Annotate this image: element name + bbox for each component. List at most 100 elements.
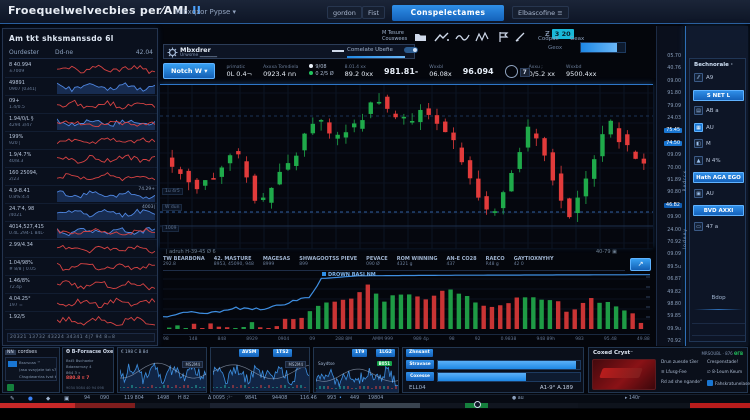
wave-icon[interactable] xyxy=(455,31,471,43)
timeline-scrubber[interactable] xyxy=(0,403,750,408)
bar-label[interactable]: Stravase xyxy=(406,360,434,369)
settings-item[interactable]: Fahskratunelase xyxy=(707,380,750,387)
chart-button[interactable]: AVSM xyxy=(239,349,259,357)
scrubber-segment xyxy=(488,403,578,408)
lock-icon[interactable]: ▣ xyxy=(64,396,69,402)
crypto-meta: MRSOUBL · 876 ΘΓΒ xyxy=(701,351,743,356)
scrubber-segment xyxy=(690,403,750,408)
subchart-stat: SHWAGOOTSS PIEVE899 xyxy=(299,256,357,267)
price-tick: 09.09 xyxy=(667,252,681,257)
tab-fist[interactable]: Fist xyxy=(362,6,385,19)
item-icon: ⁄⁄ xyxy=(694,73,703,82)
sidebar-item-47-a[interactable]: ▭47 a xyxy=(694,222,743,235)
price-tick: 89.5u xyxy=(667,265,681,270)
tick-chart-header: € 198 C B 8d xyxy=(121,349,148,354)
status-icon xyxy=(7,384,14,391)
news-tab[interactable]: NN xyxy=(5,350,16,355)
crypto-thumbnail[interactable] xyxy=(592,359,656,390)
subchart-action-button[interactable]: ↗ xyxy=(630,258,651,271)
wave2-icon[interactable] xyxy=(474,31,490,43)
sidebar-item-n-4-[interactable]: ▲N 4% xyxy=(694,156,743,169)
price-axis: 05.7040.7609.0091.8079.0924.0375.4574.50… xyxy=(656,26,683,346)
scrubber-segment xyxy=(0,403,75,408)
pen-icon[interactable]: ✎ xyxy=(10,396,15,402)
correlate-toggle[interactable] xyxy=(404,47,418,53)
correlate-label: Comelate Ubefie xyxy=(347,47,393,53)
tab-elbascofine[interactable]: Elbascofine ≡ xyxy=(512,6,569,19)
subchart-stat: PEVACE090 Ø xyxy=(366,256,388,267)
folder-icon[interactable] xyxy=(414,31,427,42)
price-tick: 05.70 xyxy=(667,54,681,59)
tab-active[interactable]: Conspelectames xyxy=(392,5,504,21)
instruments-panel: Bechnorale · ⁄⁄A9S NET L▤AB a▦AU◧M▲N 4%H… xyxy=(689,58,746,342)
brush-icon[interactable]: ◆ xyxy=(46,396,50,402)
watchlist-row[interactable]: 8 40.994±7009 xyxy=(5,60,157,78)
watchlist-row[interactable]: 1.04/98%# 8/8 | 0.05 xyxy=(5,258,157,276)
time-tick: 0904 xyxy=(278,337,289,342)
watchlist-row[interactable]: 199%920 | xyxy=(5,132,157,150)
sidebar-item-m[interactable]: ◧M xyxy=(694,139,743,152)
exposure-chip[interactable]: Zhnsant xyxy=(406,349,433,357)
watchlist-row[interactable]: 1.46/8%72.4p xyxy=(5,276,157,294)
forecast-footer: 9034 5084 40 94 098 xyxy=(66,386,104,390)
sparkline xyxy=(57,152,155,166)
sidebar-item-ab-a[interactable]: ▤AB a xyxy=(694,106,743,119)
current-price-badge: 74.50 xyxy=(664,141,682,146)
mini-chart-panel-1[interactable]: AVSM 1TS2 MS2M4 xyxy=(210,347,310,393)
chart-button[interactable]: 1LG2 xyxy=(376,349,395,357)
flag-icon[interactable] xyxy=(498,31,510,43)
news-card[interactable]: Bssrscaa ™ (asa svayjate tat s7a Chsgdwa… xyxy=(5,357,57,381)
watchlist-row[interactable]: 4014,527,4150.4L 294-1 84L- xyxy=(5,222,157,240)
sidebar-item-au[interactable]: ▣AU xyxy=(694,189,743,202)
mini-chart-panel-2[interactable]: 1T9 1LG2 Saydtse B051 xyxy=(313,347,399,393)
sidebar-item-a9[interactable]: ⁄⁄A9 xyxy=(694,73,743,86)
chart-chip: MS2M4 xyxy=(182,361,203,368)
time-tick: 95.48 xyxy=(604,337,617,342)
price-chart[interactable] xyxy=(160,84,653,248)
gear-icon[interactable] xyxy=(167,47,178,58)
watchlist-row[interactable]: 160 25094,2/23 xyxy=(5,168,157,186)
right-sidebar: Bechnorale · ⁄⁄A9S NET L▤AB a▦AU◧M▲N 4%H… xyxy=(685,26,748,346)
sidebar-chip-bvd-axxi[interactable]: BVD AXXI xyxy=(693,205,744,216)
sparkline xyxy=(57,188,155,202)
chart-button[interactable]: 1T9 xyxy=(352,349,367,357)
watchlist-row[interactable]: 498910907 |0341| xyxy=(5,78,157,96)
record-icon[interactable]: ● xyxy=(28,396,33,402)
watchlist-row[interactable]: 1.92/5 xyxy=(5,312,157,330)
sidebar-item-au[interactable]: ▦AU xyxy=(694,123,743,136)
pen-icon[interactable] xyxy=(514,31,528,43)
axis-note: W dun xyxy=(162,204,182,211)
watchlist-row[interactable]: 09+1.4/0.5 xyxy=(5,96,157,114)
order-button[interactable]: Notch W ▾ xyxy=(163,63,215,79)
geax-label[interactable]: Geax xyxy=(570,36,584,42)
price-tick: 70.92 xyxy=(667,339,681,344)
item-icon: ▣ xyxy=(694,189,703,198)
trading-platform-window: Froequelwelvecbies per⁄AMI II Nibxqxor P… xyxy=(0,0,750,420)
tab-gordon[interactable]: gordon xyxy=(327,6,362,19)
codpall-label[interactable]: Codpall xyxy=(538,36,559,42)
news-panel: NNcordses Bssrscaa ™ (asa svayjate tat s… xyxy=(2,347,60,393)
chart-button[interactable]: 1TS2 xyxy=(273,349,292,357)
trend-icon[interactable] xyxy=(434,31,450,43)
watchlist-row[interactable]: 4.9-8.410.8%:4.474.29+ xyxy=(5,186,157,204)
axis-note: 1u 4r5 xyxy=(162,188,183,195)
price-tick: 70.00 xyxy=(667,166,681,171)
measure-tool-label[interactable]: M TesureCouswees xyxy=(382,30,407,42)
watchlist-row[interactable]: 1.94/0/L §4294 3/47 xyxy=(5,114,157,132)
scrubber-knob[interactable] xyxy=(474,401,481,408)
taskbar-stat: 993 xyxy=(327,396,336,401)
watchlist-row[interactable]: 2.99/4.34 xyxy=(5,240,157,258)
bar-label[interactable]: Coxesse xyxy=(406,372,434,381)
scrubber-segment xyxy=(420,403,465,408)
watchlist-row[interactable]: 4.04.25°197 = xyxy=(5,294,157,312)
time-tick: 848 xyxy=(218,337,227,342)
taskbar-stat: Δ 0095 ;¹⁻ xyxy=(208,396,233,401)
sidebar-chip-s-net-l[interactable]: S NET L xyxy=(693,90,744,101)
time-tick: 989 4p xyxy=(413,337,429,342)
watchlist-row[interactable]: 1.9/4.7%40/8.3 xyxy=(5,150,157,168)
watchlist-columns: OurdesterDd-ne42.04 xyxy=(9,49,153,59)
scrubber-segment xyxy=(210,403,360,408)
watchlist-row[interactable]: 24.7'4, 98/40214003| xyxy=(5,204,157,222)
tick-chart-panel[interactable]: € 198 C B 8d MS2M4 xyxy=(117,347,207,393)
sidebar-chip-hath-aga-ego[interactable]: Hath AGA EGO xyxy=(693,172,744,183)
